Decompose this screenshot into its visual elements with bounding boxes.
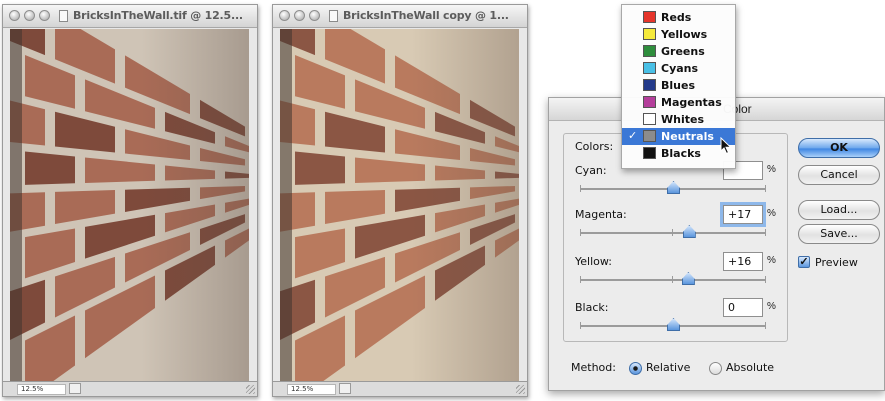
black-field[interactable]: 0	[723, 298, 763, 317]
preview-checkbox[interactable]: ✓	[798, 256, 810, 268]
window-title: BricksInTheWall.tif @ 12.5...	[73, 9, 243, 22]
zoom-level-field[interactable]: 12.5%	[287, 384, 336, 395]
status-menu-icon[interactable]	[339, 383, 351, 394]
document-window-copy[interactable]: BricksInTheWall copy @ 1... 12.5%	[272, 4, 528, 397]
ok-button[interactable]: OK	[798, 138, 880, 158]
mouse-pointer-icon	[720, 137, 732, 155]
black-slider[interactable]	[580, 318, 766, 331]
resize-grip-icon[interactable]	[516, 385, 525, 394]
magenta-field[interactable]: +17	[723, 205, 763, 224]
menu-item-neutrals[interactable]: ✓ Neutrals	[622, 128, 735, 145]
colors-dropdown-menu: Reds Yellows Greens Cyans Blues Magentas…	[621, 4, 736, 169]
document-window-original[interactable]: BricksInTheWall.tif @ 12.5... 12.5%	[2, 4, 258, 397]
relative-radio[interactable]	[629, 362, 642, 375]
magenta-slider[interactable]	[580, 225, 766, 238]
menu-item-blacks[interactable]: Blacks	[622, 145, 735, 162]
yellow-percent-label: %	[767, 255, 776, 266]
greens-swatch	[643, 45, 656, 57]
window-titlebar[interactable]: BricksInTheWall copy @ 1...	[273, 5, 527, 28]
neutrals-swatch	[643, 130, 656, 142]
menu-item-blues[interactable]: Blues	[622, 77, 735, 94]
brick-wall-image	[10, 29, 249, 382]
window-title: BricksInTheWall copy @ 1...	[343, 9, 509, 22]
method-label: Method:	[571, 361, 616, 374]
document-proxy-icon[interactable]	[59, 10, 68, 22]
zoom-window-button[interactable]	[39, 10, 50, 21]
minimize-window-button[interactable]	[24, 10, 35, 21]
reds-swatch	[643, 11, 656, 23]
close-window-button[interactable]	[9, 10, 20, 21]
zoom-window-button[interactable]	[309, 10, 320, 21]
blues-swatch	[643, 79, 656, 91]
image-canvas[interactable]	[10, 29, 249, 382]
menu-item-cyans[interactable]: Cyans	[622, 60, 735, 77]
yellows-swatch	[643, 28, 656, 40]
window-titlebar[interactable]: BricksInTheWall.tif @ 12.5...	[3, 5, 257, 28]
minimize-window-button[interactable]	[294, 10, 305, 21]
menu-item-greens[interactable]: Greens	[622, 43, 735, 60]
magenta-percent-label: %	[767, 208, 776, 219]
document-proxy-icon[interactable]	[329, 10, 338, 22]
menu-item-yellows[interactable]: Yellows	[622, 26, 735, 43]
brick-wall-image	[280, 29, 519, 382]
magenta-label: Magenta:	[575, 208, 627, 221]
menu-item-magentas[interactable]: Magentas	[622, 94, 735, 111]
resize-grip-icon[interactable]	[246, 385, 255, 394]
status-bar: 12.5%	[273, 381, 527, 396]
absolute-radio[interactable]	[709, 362, 722, 375]
cyan-slider[interactable]	[580, 181, 766, 194]
menu-item-whites[interactable]: Whites	[622, 111, 735, 128]
cancel-button[interactable]: Cancel	[798, 165, 880, 185]
load-button[interactable]: Load...	[798, 200, 880, 220]
cyan-label: Cyan:	[575, 164, 607, 177]
black-percent-label: %	[767, 301, 776, 312]
blacks-swatch	[643, 147, 656, 159]
preview-label: Preview	[815, 256, 858, 269]
checkmark-icon: ✓	[628, 129, 638, 142]
image-canvas[interactable]	[280, 29, 519, 382]
zoom-level-field[interactable]: 12.5%	[17, 384, 66, 395]
status-menu-icon[interactable]	[69, 383, 81, 394]
whites-swatch	[643, 113, 656, 125]
status-bar: 12.5%	[3, 381, 257, 396]
cyan-percent-label: %	[767, 164, 776, 175]
close-window-button[interactable]	[279, 10, 290, 21]
black-label: Black:	[575, 301, 609, 314]
magentas-swatch	[643, 96, 656, 108]
absolute-radio-label: Absolute	[726, 361, 775, 374]
yellow-label: Yellow:	[575, 255, 612, 268]
relative-radio-label: Relative	[646, 361, 691, 374]
save-button[interactable]: Save...	[798, 224, 880, 244]
yellow-slider[interactable]	[580, 272, 766, 285]
menu-item-reds[interactable]: Reds	[622, 9, 735, 26]
yellow-field[interactable]: +16	[723, 252, 763, 271]
cyans-swatch	[643, 62, 656, 74]
colors-label: Colors:	[575, 140, 614, 153]
